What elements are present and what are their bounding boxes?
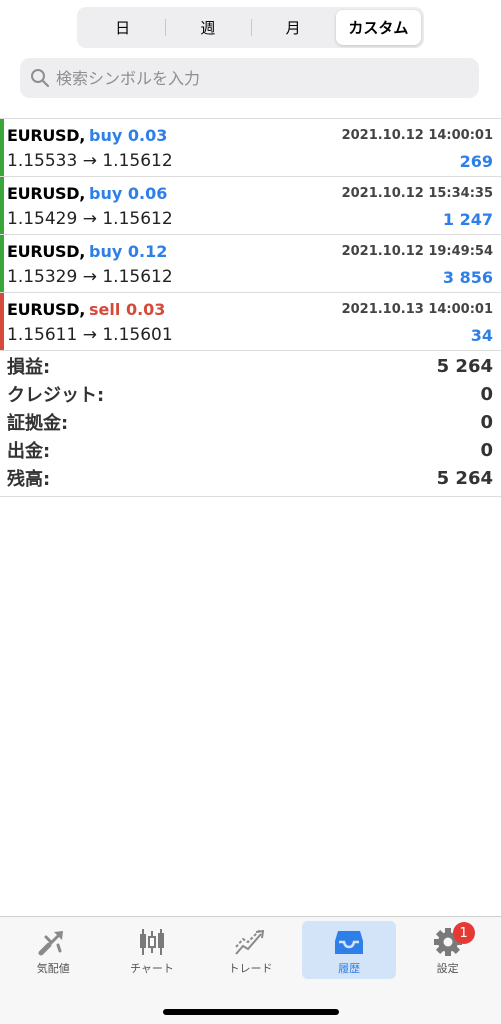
tab-settings[interactable]: 設定 1: [401, 921, 495, 979]
home-indicator: [163, 1009, 339, 1015]
trade-side-bar: [0, 235, 4, 292]
trade-row[interactable]: EURUSD, buy 0.12 2021.10.12 19:49:54 1.15…: [0, 235, 501, 293]
trade-symbol: EURUSD,: [7, 241, 86, 261]
tab-trade[interactable]: トレード: [203, 921, 297, 979]
trade-time: 2021.10.12 14:00:01: [341, 127, 493, 143]
history-icon: [335, 931, 364, 954]
tab-label: チャート: [129, 962, 174, 975]
tab-chart[interactable]: チャート: [105, 921, 199, 979]
period-segmented-control: 日 週 月 カスタム: [77, 7, 424, 48]
trade-side-bar: [0, 119, 4, 176]
summary-row-withdrawal: 出金: 0: [0, 436, 501, 464]
trade-row[interactable]: EURUSD, buy 0.03 2021.10.12 14:00:01 1.15…: [0, 119, 501, 177]
trade-prices: 1.15329 → 1.15612: [7, 267, 173, 287]
trade-side-bar: [0, 293, 4, 350]
trade-icon: [235, 928, 265, 955]
segment-month[interactable]: 月: [250, 10, 336, 45]
trade-profit: 269: [459, 151, 493, 171]
search-icon: [31, 69, 50, 88]
summary-label: 証拠金:: [7, 413, 69, 434]
segment-custom[interactable]: カスタム: [335, 10, 421, 45]
trade-prices: 1.15429 → 1.15612: [7, 209, 173, 229]
summary-label: クレジット:: [7, 385, 105, 406]
tab-label: トレード: [228, 962, 273, 975]
chart-icon: [139, 929, 164, 955]
summary-value: 0: [480, 383, 493, 405]
summary-value: 0: [480, 411, 493, 433]
trade-side: buy 0.06: [89, 183, 168, 203]
trade-prices: 1.15533 → 1.15612: [7, 151, 173, 171]
tab-label: 気配値: [36, 962, 70, 975]
search-bar[interactable]: [20, 58, 479, 98]
tab-label: 履歴: [338, 962, 361, 975]
summary-label: 出金:: [7, 441, 51, 462]
trade-row[interactable]: EURUSD, buy 0.06 2021.10.12 15:34:35 1.15…: [0, 177, 501, 235]
trade-profit: 34: [470, 325, 493, 345]
bottom-tab-bar: 気配値 チャート トレード 履歴 設定 1: [0, 916, 501, 1024]
tab-history[interactable]: 履歴: [302, 921, 397, 979]
trade-row[interactable]: EURUSD, sell 0.03 2021.10.13 14:00:01 1.1…: [0, 293, 501, 351]
summary-label: 損益:: [7, 357, 51, 378]
trade-side: sell 0.03: [89, 299, 166, 319]
trade-time: 2021.10.13 14:00:01: [341, 301, 493, 317]
summary-row-profit: 損益: 5 264: [0, 352, 501, 380]
trade-profit: 3 856: [442, 267, 493, 287]
summary-row-credit: クレジット: 0: [0, 380, 501, 408]
search-input[interactable]: [56, 68, 456, 88]
summary-value: 5 264: [436, 467, 493, 489]
trade-prices: 1.15611 → 1.15601: [7, 325, 173, 345]
quotes-icon: [38, 931, 64, 956]
trade-time: 2021.10.12 19:49:54: [341, 243, 493, 259]
notification-badge: 1: [452, 922, 475, 944]
summary-row-deposit: 証拠金: 0: [0, 408, 501, 436]
trade-history-list: EURUSD, buy 0.03 2021.10.12 14:00:01 1.15…: [0, 118, 501, 351]
trade-side-bar: [0, 177, 4, 234]
trade-profit: 1 247: [442, 209, 493, 229]
summary-value: 5 264: [436, 355, 493, 377]
trade-symbol: EURUSD,: [7, 183, 86, 203]
tab-label: 設定: [436, 962, 459, 975]
trade-side: buy 0.12: [89, 241, 168, 261]
tab-quotes[interactable]: 気配値: [6, 921, 100, 979]
trade-symbol: EURUSD,: [7, 299, 86, 319]
account-summary: 損益: 5 264 クレジット: 0 証拠金: 0 出金: 0 残高: 5 26…: [0, 352, 501, 497]
summary-row-balance: 残高: 5 264: [0, 464, 501, 492]
trade-time: 2021.10.12 15:34:35: [341, 185, 493, 201]
trade-symbol: EURUSD,: [7, 125, 86, 145]
segment-week[interactable]: 週: [165, 10, 250, 45]
summary-label: 残高:: [7, 469, 51, 490]
summary-value: 0: [480, 439, 493, 461]
segment-day[interactable]: 日: [80, 10, 165, 45]
trade-side: buy 0.03: [89, 125, 168, 145]
